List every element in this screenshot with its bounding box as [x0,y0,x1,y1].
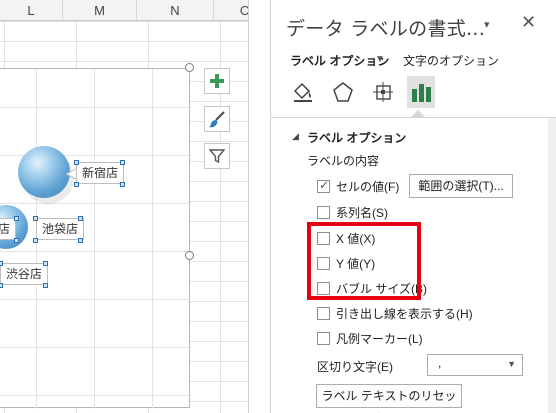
label-selection-handle[interactable] [78,216,83,221]
checkbox-label: 凡例マーカー(L) [336,331,423,346]
pane-divider [271,117,556,118]
select-range-button[interactable]: 範囲の選択(T)... [409,174,513,198]
column-header-n[interactable]: N [137,0,214,21]
chart-filters-button[interactable] [204,143,230,169]
sheet-right-margin [248,0,270,413]
pane-scrollbar[interactable] [548,118,556,413]
worksheet[interactable]: L M N O 新宿店 店 池袋店 渋谷店 [0,0,270,413]
size-properties-icon [373,82,393,102]
chart-resize-handle-top-right[interactable] [185,63,194,72]
data-label-ikebukuro[interactable]: 池袋店 [36,218,85,240]
bubble-shinjuku[interactable] [18,146,70,198]
label-selection-handle[interactable] [120,160,125,165]
checkbox-label: 系列名(S) [336,205,388,220]
bar-chart-icon [412,84,431,102]
separator-label: 区切り文字(E) [317,360,393,374]
chart-elements-button[interactable] [204,68,230,94]
tab-label-options-chart[interactable] [407,76,435,108]
checkbox-label: 引き出し線を表示する(H) [336,306,473,321]
pane-options-dropdown[interactable]: ▾ [484,18,490,31]
label-selection-handle[interactable] [78,238,83,243]
section-title-label-options[interactable]: ラベル オプション [307,129,406,146]
label-selection-handle[interactable] [33,238,38,243]
checkbox-cell-value[interactable]: セルの値(F) [317,177,399,195]
separator-select[interactable]: , ▼ [427,354,523,376]
checkbox-series-name[interactable]: 系列名(S) [317,203,388,221]
checkbox-box[interactable] [317,331,330,345]
label-selection-handle[interactable] [14,238,19,243]
checkbox-legend-key[interactable]: 凡例マーカー(L) [317,329,423,347]
effects-pentagon-icon [333,82,353,102]
label-selection-handle[interactable] [33,216,38,221]
data-label-partial[interactable]: 店 [0,218,17,240]
fill-line-icon [293,82,312,102]
separator-value: , [438,356,442,370]
checkbox-leader-lines[interactable]: 引き出し線を表示する(H) [317,304,473,322]
section-collapse-icon[interactable]: ◢ [292,131,299,142]
format-data-labels-pane: データ ラベルの書式... ▾ ✕ ラベル オプション ▼ 文字のオプション ◢… [270,0,556,413]
column-header-m[interactable]: M [63,0,137,21]
pane-close-button[interactable]: ✕ [521,12,536,33]
checkbox-checked-icon[interactable] [317,178,330,193]
column-header-row: L M N O [0,0,270,21]
brush-icon [209,111,225,128]
label-selection-handle[interactable] [43,283,48,288]
plot-area[interactable] [0,69,191,409]
filter-icon [209,149,225,164]
bubble-chart[interactable] [0,68,191,409]
checkbox-box[interactable] [317,306,330,320]
checkbox-label: セルの値(F) [336,179,400,194]
pane-title: データ ラベルの書式... [286,18,486,40]
tab-fill-line[interactable] [289,76,317,108]
tab-text-options[interactable]: 文字のオプション [403,52,499,69]
plus-icon [210,74,224,88]
label-contents-heading: ラベルの内容 [307,154,380,168]
label-selection-handle[interactable] [14,216,19,221]
data-label-shibuya[interactable]: 渋谷店 [0,263,49,285]
reset-label-text-button[interactable]: ラベル テキストのリセット(R) [316,384,462,413]
chart-resize-handle-right[interactable] [185,251,194,260]
tab-pointer [411,110,425,117]
checkbox-box[interactable] [317,205,330,219]
column-header-l[interactable]: L [0,0,63,21]
chart-styles-button[interactable] [204,106,230,132]
label-selection-handle[interactable] [43,261,48,266]
label-selection-handle[interactable] [120,182,125,187]
tab-effects[interactable] [329,76,357,108]
chevron-down-icon[interactable]: ▼ [375,54,385,65]
highlight-box [307,222,421,300]
label-selection-handle[interactable] [0,261,3,266]
label-selection-handle[interactable] [74,160,79,165]
chevron-down-icon[interactable]: ▼ [507,359,516,369]
data-label-shinjuku[interactable]: 新宿店 [76,162,125,184]
tab-size-properties[interactable] [369,76,397,108]
label-selection-handle[interactable] [74,182,79,187]
label-selection-handle[interactable] [0,283,3,288]
